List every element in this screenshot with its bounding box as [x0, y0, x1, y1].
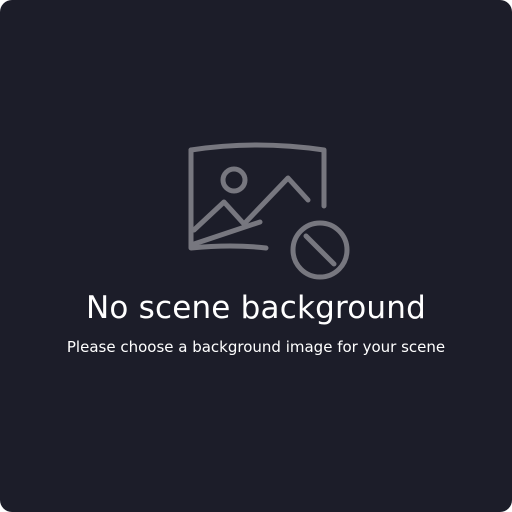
- empty-state-message: Please choose a background image for you…: [66, 338, 446, 356]
- empty-state-title: No scene background: [85, 290, 426, 326]
- empty-state-panel: No scene background Please choose a back…: [0, 0, 512, 512]
- image-off-icon: [184, 140, 356, 280]
